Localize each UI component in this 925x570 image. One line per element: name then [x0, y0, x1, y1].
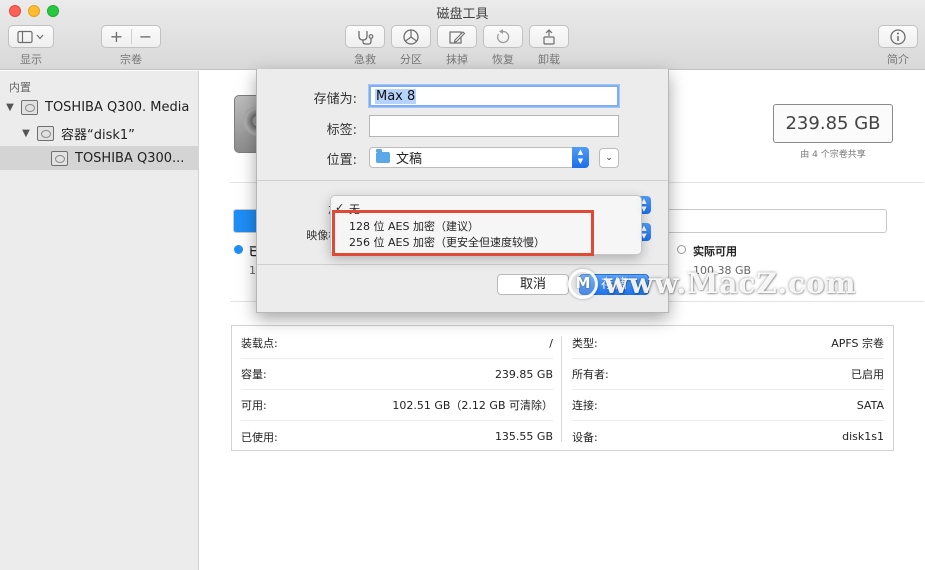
disclosure-triangle-icon[interactable]: ▼ — [4, 102, 16, 113]
hard-disk-icon — [37, 125, 54, 141]
info-row-owners: 所有者: 已启用 — [572, 359, 884, 390]
tags-label: 标签: — [326, 123, 357, 138]
info-value: SATA — [856, 398, 884, 412]
sidebar-section-internal: 内置 — [9, 81, 31, 94]
info-value: disk1s1 — [842, 430, 884, 443]
info-row-device: 设备: disk1s1 — [572, 421, 884, 452]
location-value: 文稿 — [396, 152, 423, 167]
info-row-connection: 连接: SATA — [572, 390, 884, 421]
unmount-label: 卸载 — [538, 53, 560, 66]
info-row-used: 已使用: 135.55 GB — [241, 421, 553, 452]
column-divider — [561, 336, 562, 442]
volume-label: 宗卷 — [120, 53, 142, 66]
erase-label: 抹掉 — [446, 53, 468, 66]
location-popup[interactable]: 文稿 ▲ ▼ — [369, 147, 589, 168]
shared-volumes-note: 由 4 个宗卷共享 — [800, 150, 866, 160]
watermark: www.MacZ.com — [568, 267, 856, 300]
folder-icon — [376, 149, 390, 163]
partition-pie-icon — [403, 28, 419, 45]
erase-button[interactable] — [437, 25, 477, 48]
restore-button[interactable] — [483, 25, 523, 48]
info-row-mount-point: 装载点: / — [241, 328, 553, 359]
sidebar-icon — [17, 30, 44, 43]
title-bar: 磁盘工具 显示 + − 宗卷 急救 分区 抹掉 恢复 卸载 简介 — [0, 0, 925, 70]
sidebar-item-container-disk1[interactable]: ▼ 容器“disk1” — [0, 121, 199, 145]
sheet-divider — [257, 180, 668, 181]
volume-segmented-control: + − — [101, 25, 161, 48]
info-row-available: 可用: 102.51 GB（2.12 GB 可清除） — [241, 390, 553, 421]
hard-disk-icon — [51, 150, 68, 166]
sheet-divider — [257, 264, 668, 265]
cancel-button[interactable]: 取消 — [497, 274, 569, 295]
info-value: / — [549, 336, 553, 350]
erase-icon — [449, 30, 466, 44]
info-key: 设备: — [572, 430, 598, 444]
save-as-value: Max 8 — [375, 89, 417, 104]
sidebar-item-toshiba-volume[interactable]: TOSHIBA Q300... — [0, 146, 199, 170]
info-key: 所有者: — [572, 368, 609, 381]
save-as-field[interactable]: Max 8 — [369, 85, 619, 107]
popup-arrows-icon: ▲ ▼ — [572, 147, 589, 168]
expand-browser-button[interactable]: ⌄ — [599, 148, 619, 168]
annotation-highlight-box — [332, 210, 594, 256]
tags-field[interactable] — [369, 115, 619, 137]
free-legend-label: 实际可用 — [693, 245, 737, 258]
sidebar-item-label: TOSHIBA Q300... — [75, 150, 185, 166]
info-value: 135.55 GB — [494, 430, 553, 443]
info-value: 102.51 GB（2.12 GB 可清除） — [392, 399, 553, 412]
location-label: 位置: — [326, 153, 357, 168]
volume-info-table: 装载点: / 容量: 239.85 GB 可用: 102.51 GB（2.12 … — [231, 325, 894, 451]
macz-logo-icon — [568, 268, 598, 299]
info-row-type: 类型: APFS 宗卷 — [572, 328, 884, 359]
watermark-text: www.MacZ.com — [604, 267, 857, 300]
window-title: 磁盘工具 — [436, 7, 489, 22]
add-volume-button[interactable]: + — [102, 27, 131, 46]
eject-icon — [543, 28, 555, 45]
remove-volume-button[interactable]: − — [131, 27, 160, 46]
info-button[interactable] — [878, 25, 918, 48]
sidebar-item-label: 容器“disk1” — [61, 127, 135, 143]
info-row-capacity: 容量: 239.85 GB — [241, 359, 553, 390]
unmount-button[interactable] — [529, 25, 569, 48]
sidebar-item-label: TOSHIBA Q300. Media — [45, 99, 190, 115]
info-icon — [890, 28, 906, 45]
sidebar-item-toshiba-media[interactable]: ▼ TOSHIBA Q300. Media — [0, 95, 199, 119]
capacity-badge: 239.85 GB — [773, 104, 893, 143]
info-label: 简介 — [887, 53, 909, 66]
hard-disk-icon — [21, 99, 38, 115]
info-key: 连接: — [572, 399, 598, 412]
display-button[interactable] — [8, 25, 54, 48]
first-aid-label: 急救 — [354, 53, 376, 66]
restore-label: 恢复 — [492, 53, 514, 66]
info-value: 已启用 — [851, 368, 884, 381]
segment-divider — [131, 29, 132, 44]
sidebar: 内置 ▼ TOSHIBA Q300. Media ▼ 容器“disk1” TOS… — [0, 71, 199, 570]
info-value: APFS 宗卷 — [831, 337, 884, 350]
info-key: 装载点: — [241, 337, 278, 350]
info-key: 可用: — [241, 399, 267, 412]
save-as-label: 存储为: — [313, 92, 357, 107]
first-aid-button[interactable] — [345, 25, 385, 48]
free-legend-dot — [677, 245, 686, 254]
info-key: 类型: — [572, 337, 598, 350]
partition-label: 分区 — [400, 53, 422, 66]
disclosure-triangle-icon[interactable]: ▼ — [20, 128, 32, 139]
used-legend-dot — [234, 245, 243, 254]
stethoscope-icon — [358, 30, 374, 45]
restore-icon — [497, 28, 510, 43]
partition-button[interactable] — [391, 25, 431, 48]
info-key: 已使用: — [241, 430, 278, 444]
display-label: 显示 — [20, 53, 42, 66]
info-key: 容量: — [241, 368, 267, 381]
info-value: 239.85 GB — [494, 367, 553, 381]
